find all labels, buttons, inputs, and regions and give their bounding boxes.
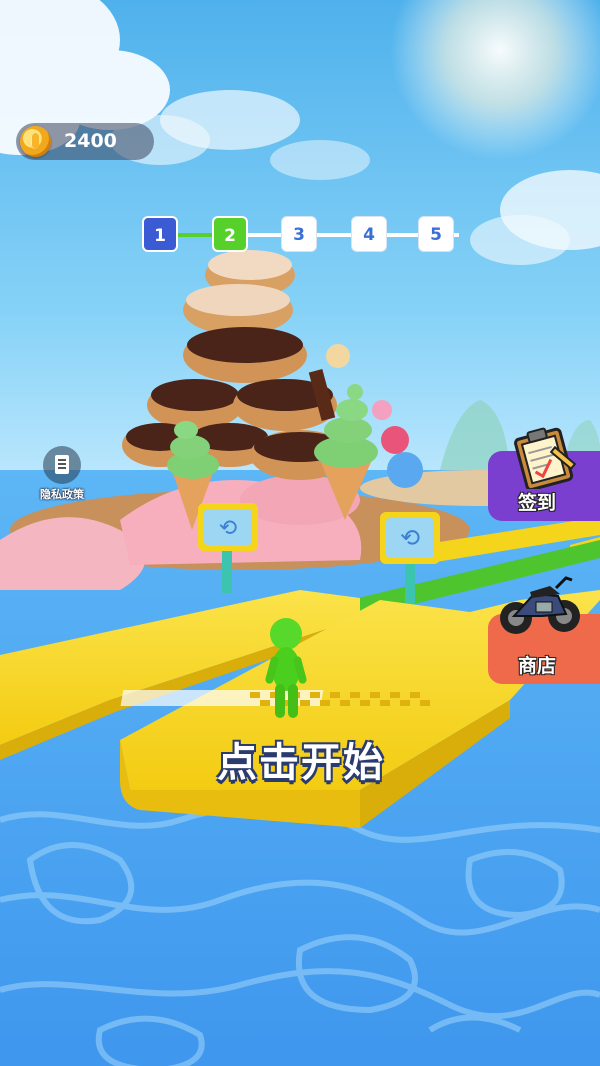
checkin-button[interactable]: 签到 bbox=[488, 427, 600, 521]
motorcycle-icon bbox=[500, 576, 580, 634]
clipboard-icon bbox=[514, 427, 577, 489]
privacy-policy-label: 隐私政策 bbox=[40, 488, 84, 501]
level-4: 4 bbox=[351, 216, 387, 252]
level-5: 5 bbox=[418, 216, 454, 252]
shop-button[interactable]: 商店 bbox=[488, 576, 600, 684]
privacy-policy-button[interactable]: 隐私政策 bbox=[28, 446, 96, 506]
player-character bbox=[265, 618, 307, 718]
level-3: 3 bbox=[281, 216, 317, 252]
svg-text:⟲: ⟲ bbox=[400, 524, 420, 552]
checkin-label: 签到 bbox=[518, 492, 557, 514]
shop-label: 商店 bbox=[518, 655, 557, 677]
coin-counter: 2400 bbox=[16, 123, 154, 160]
level-1: 1 bbox=[142, 216, 178, 252]
privacy-icon-circle bbox=[43, 446, 81, 484]
document-icon bbox=[55, 455, 69, 474]
level-connector-done bbox=[178, 233, 213, 237]
coin-icon bbox=[20, 126, 51, 157]
level-progress: 1 2 3 4 5 bbox=[142, 216, 459, 254]
level-2-current: 2 bbox=[212, 216, 248, 252]
coin-count: 2400 bbox=[64, 130, 117, 152]
svg-text:⟲: ⟲ bbox=[219, 516, 237, 541]
tap-to-start-prompt[interactable]: 点击开始 bbox=[199, 730, 403, 788]
